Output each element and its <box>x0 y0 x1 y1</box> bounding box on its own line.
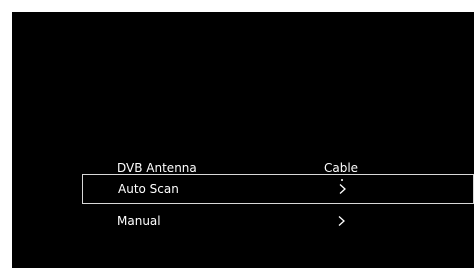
tv-screen: DVB Antenna Cable Auto Scan Manual <box>12 12 474 268</box>
menu-item-auto-scan[interactable]: Auto Scan <box>82 174 474 204</box>
dvb-antenna-value: Cable <box>324 161 359 175</box>
menu-item-label: DVB Antenna <box>117 161 197 175</box>
menu-item-label: Auto Scan <box>118 182 179 196</box>
menu-item-label: Manual <box>117 214 161 228</box>
menu-item-manual[interactable]: Manual <box>82 206 474 236</box>
chevron-right-icon <box>339 184 346 194</box>
chevron-right-icon <box>338 216 345 226</box>
